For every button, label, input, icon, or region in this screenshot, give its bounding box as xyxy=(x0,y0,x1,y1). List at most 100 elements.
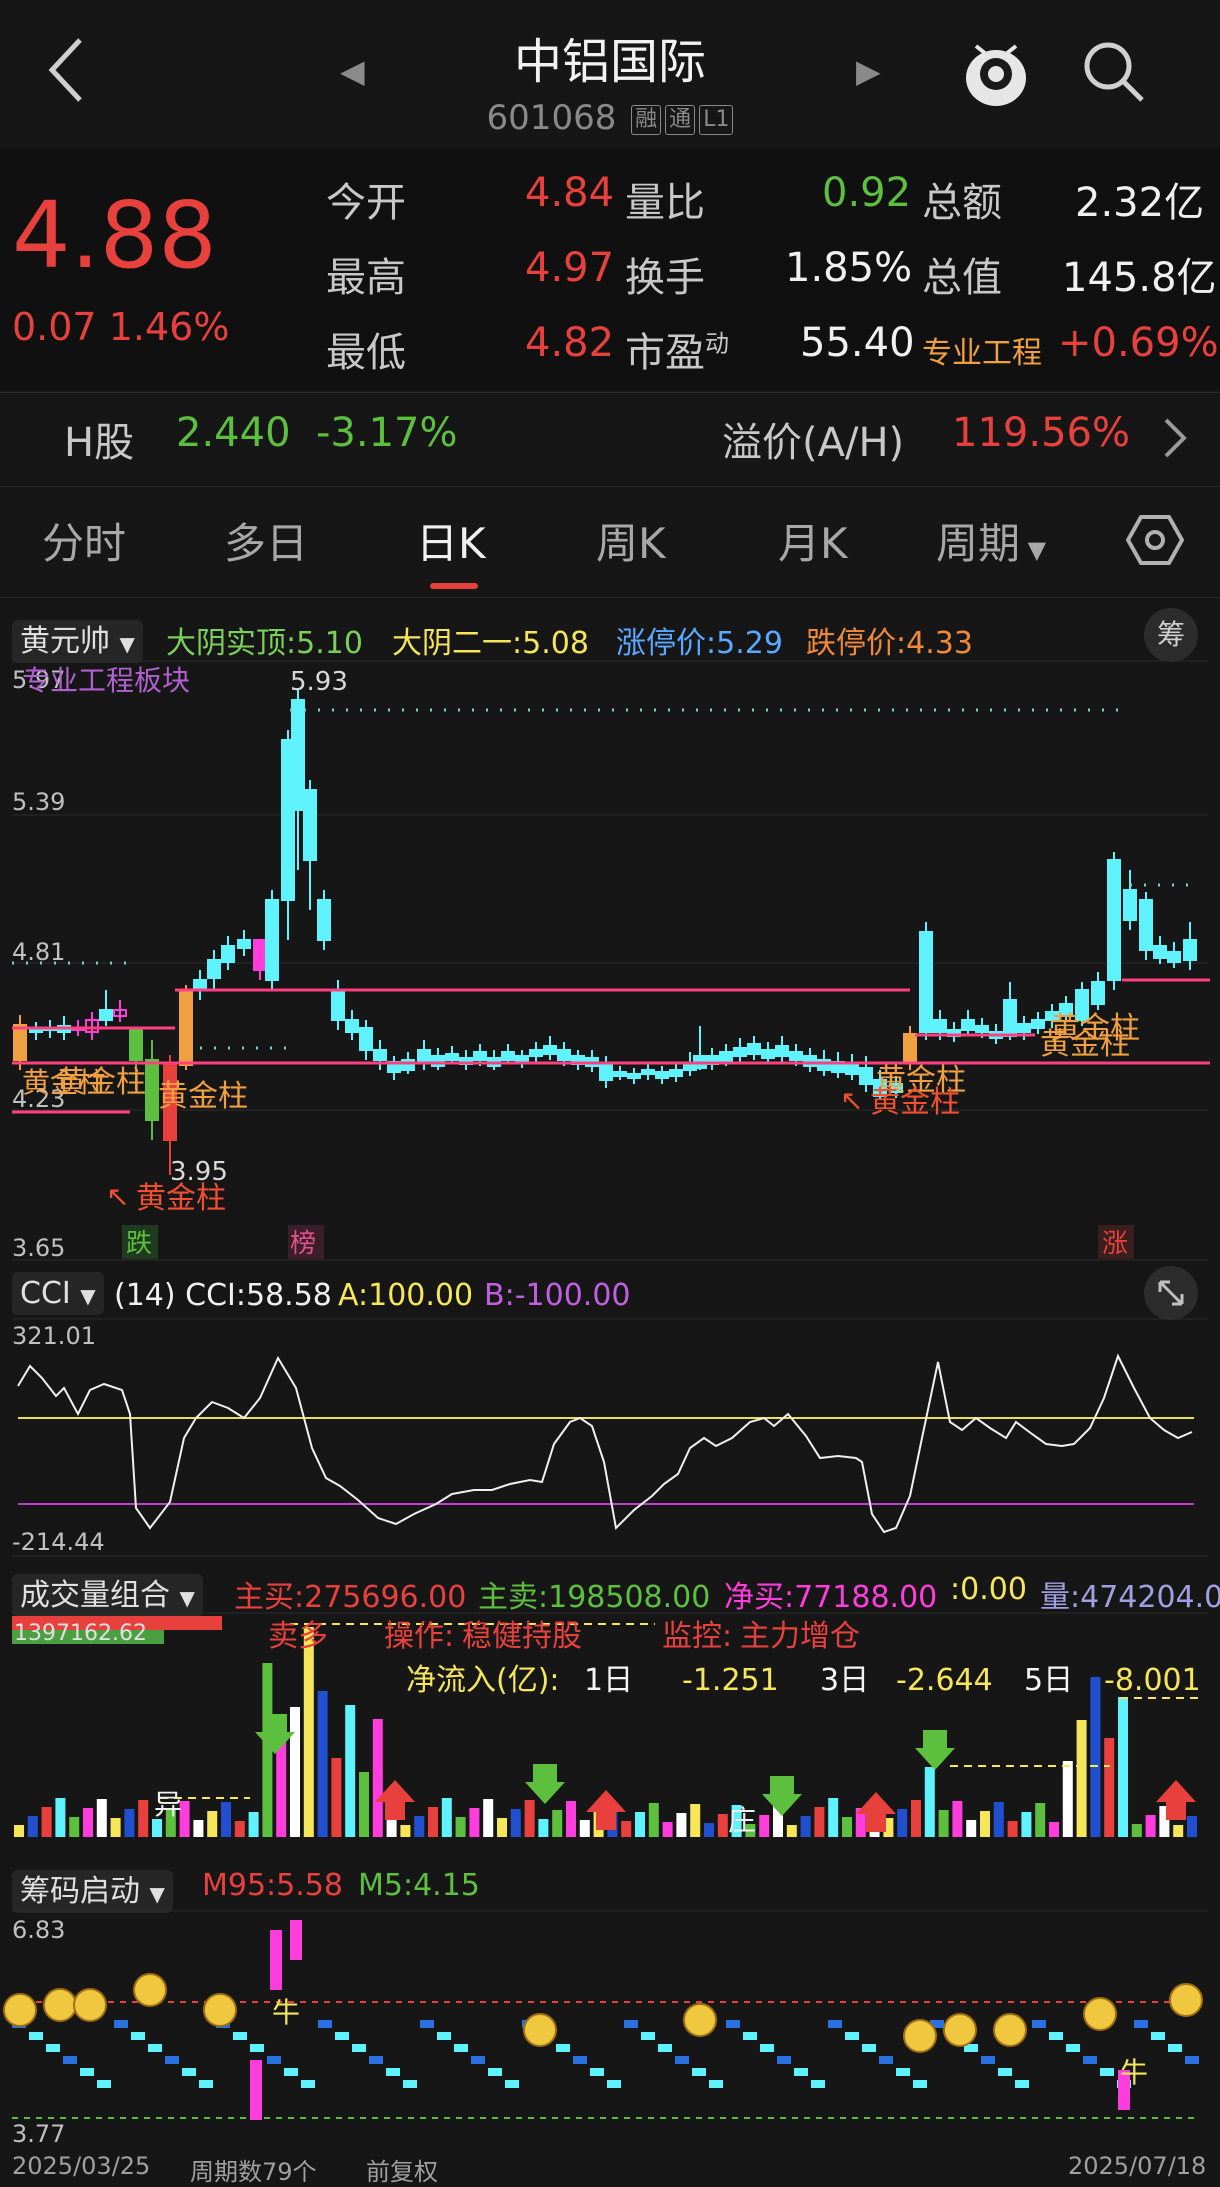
premium-value: 119.56% xyxy=(952,410,1130,456)
low-value: 4.82 xyxy=(525,320,615,366)
huangjing-label: 黄金柱 xyxy=(136,1181,226,1216)
huangjing-label: 黄金柱 xyxy=(870,1085,960,1120)
axis-label: 5.39 xyxy=(12,788,65,816)
tab-monthly-k[interactable]: 月K xyxy=(778,510,848,571)
sell-more-tag: 卖多 xyxy=(268,1619,328,1654)
inflow-3d-value: -2.644 xyxy=(896,1663,993,1698)
main-sell: 主卖:198508.00 xyxy=(478,1580,711,1615)
inflow-1d-value: -1.251 xyxy=(682,1663,779,1698)
board-tag: 专业工程板块 xyxy=(22,664,190,697)
net-buy: 净买:77188.00 xyxy=(724,1580,938,1615)
axis-label: 4.81 xyxy=(12,938,65,966)
high-value: 4.97 xyxy=(525,245,615,291)
chip-bars xyxy=(3,1920,1203,2120)
h-share-label: H股 xyxy=(64,420,135,466)
sector-change: +0.69% xyxy=(1058,320,1219,366)
badge-tong: 通 xyxy=(665,104,696,135)
footer-period-count: 周期数79个 xyxy=(190,2158,317,2186)
event-tag-up: 涨 xyxy=(1102,1229,1128,1259)
operation-value: 稳健持股 xyxy=(462,1619,582,1654)
inflow-1d-label: 1日 xyxy=(584,1663,633,1698)
pe-label: 市盈动 xyxy=(625,329,729,376)
inflow-label: 净流入(亿): xyxy=(406,1663,560,1698)
pe-value: 55.40 xyxy=(800,320,915,366)
search-icon[interactable] xyxy=(1080,38,1148,106)
open-label: 今开 xyxy=(326,180,406,226)
volume-bars xyxy=(14,1627,1197,1837)
candlestick-chart[interactable]: 5.97 5.39 4.81 4.23 3.65 专业工程板块 5.93 3.9… xyxy=(0,660,1220,1262)
arrow-icon: ↖ xyxy=(106,1180,129,1213)
settings-hexagon-icon[interactable] xyxy=(1126,514,1184,566)
amount-label: 总额 xyxy=(922,180,1002,226)
badge-level: L1 xyxy=(699,104,734,135)
price-change: 0.07 1.46% xyxy=(12,305,230,349)
stock-code: 601068 xyxy=(486,98,617,138)
expand-icon[interactable] xyxy=(1144,1266,1198,1320)
limit-up-price: 涨停价:5.29 xyxy=(616,626,783,661)
axis-label: 3.65 xyxy=(12,1234,65,1262)
chips-chart[interactable]: 6.83 3.77 牛 牛 xyxy=(0,1910,1220,2150)
low-label: 最低 xyxy=(326,330,406,376)
cci-b-value: B:-100.00 xyxy=(484,1278,631,1313)
tab-intraday[interactable]: 分时 xyxy=(42,510,126,571)
cci-value: (14) CCI:58.58 xyxy=(114,1278,332,1313)
tab-multiday[interactable]: 多日 xyxy=(224,510,308,571)
chevron-right-icon[interactable] xyxy=(1160,416,1190,460)
h-share-change: -3.17% xyxy=(316,410,458,456)
active-tab-indicator xyxy=(430,583,478,589)
volume-max-label: 1397162.62 xyxy=(14,1621,147,1646)
cci-chart[interactable]: 321.01 -214.44 xyxy=(0,1318,1220,1558)
m95-value: M95:5.58 xyxy=(202,1868,343,1903)
tab-daily-k[interactable]: 日K xyxy=(416,510,486,571)
stock-code-row: 601068 融通 L1 xyxy=(0,98,1220,138)
volume-value: 量:474204.0 xyxy=(1040,1580,1220,1615)
m5-value: M5:4.15 xyxy=(358,1868,480,1903)
limit-down-price: 跌停价:4.33 xyxy=(806,626,973,661)
cci-line xyxy=(17,1353,1193,1534)
cci-bottom-label: -214.44 xyxy=(12,1528,105,1556)
golden-pillar-label: 黄金柱 xyxy=(1050,1011,1140,1046)
stock-name: 中铝国际 xyxy=(513,34,706,90)
market-cap-value: 145.8亿 xyxy=(1062,255,1217,301)
chips-selector[interactable]: 筹码启动 ▼ xyxy=(12,1866,173,1913)
last-price: 4.88 xyxy=(12,182,217,289)
daying-two: 大阴二一:5.08 xyxy=(392,626,589,661)
bull-mark: 牛 xyxy=(272,1996,300,2029)
arrow-icon: ↖ xyxy=(840,1084,863,1117)
footer-adjust: 前复权 xyxy=(366,2158,438,2186)
market-cap-label: 总值 xyxy=(922,255,1002,301)
high-label: 最高 xyxy=(326,255,406,301)
inflow-3d-label: 3日 xyxy=(820,1663,869,1698)
sector-name[interactable]: 专业工程 xyxy=(922,328,1042,372)
main-indicator-selector[interactable]: 黄元帅 ▼ xyxy=(12,616,143,663)
volume-selector[interactable]: 成交量组合 ▼ xyxy=(12,1570,203,1617)
cci-selector[interactable]: CCI ▼ xyxy=(12,1272,104,1315)
amount-value: 2.32亿 xyxy=(1075,180,1205,226)
open-value: 4.84 xyxy=(525,170,615,216)
main-buy: 主买:275696.00 xyxy=(234,1580,467,1615)
tab-weekly-k[interactable]: 周K xyxy=(596,510,666,571)
footer-start-date: 2025/03/25 xyxy=(12,2152,151,2180)
premium-label: 溢价(A/H) xyxy=(722,420,905,466)
inflow-5d-value: -8.001 xyxy=(1104,1663,1201,1698)
volume-ratio-value: 0.92 xyxy=(822,170,912,216)
turnover-label: 换手 xyxy=(625,255,705,301)
event-tag-down: 跌 xyxy=(126,1229,152,1259)
robot-assistant-icon[interactable] xyxy=(962,34,1030,110)
dropdown-caret-icon: ▼ xyxy=(1020,536,1047,564)
chips-top-label: 6.83 xyxy=(12,1916,65,1944)
abnormal-mark: 异 xyxy=(154,1788,182,1821)
event-tag-rank: 榜 xyxy=(290,1229,316,1259)
volume-chart[interactable]: 1397162.62 卖多 操作: 稳健持股 监控: 主力增仓 净流入(亿): … xyxy=(0,1612,1220,1852)
golden-pillar-label: 黄金柱 xyxy=(56,1065,146,1100)
daying-top: 大阴实顶:5.10 xyxy=(166,626,363,661)
chips-bottom-label: 3.77 xyxy=(12,2120,65,2148)
bull-mark-2: 牛 xyxy=(1120,2056,1148,2089)
golden-pillar-label: 黄金柱 xyxy=(158,1079,248,1114)
monitor-label: 监控: xyxy=(662,1619,732,1654)
peak-label: 5.93 xyxy=(290,667,348,697)
cci-top-label: 321.01 xyxy=(12,1322,96,1350)
chip-distribution-button[interactable]: 筹 xyxy=(1144,608,1198,662)
tab-period[interactable]: 周期 ▼ xyxy=(936,510,1046,571)
badge-rong: 融 xyxy=(631,104,662,135)
